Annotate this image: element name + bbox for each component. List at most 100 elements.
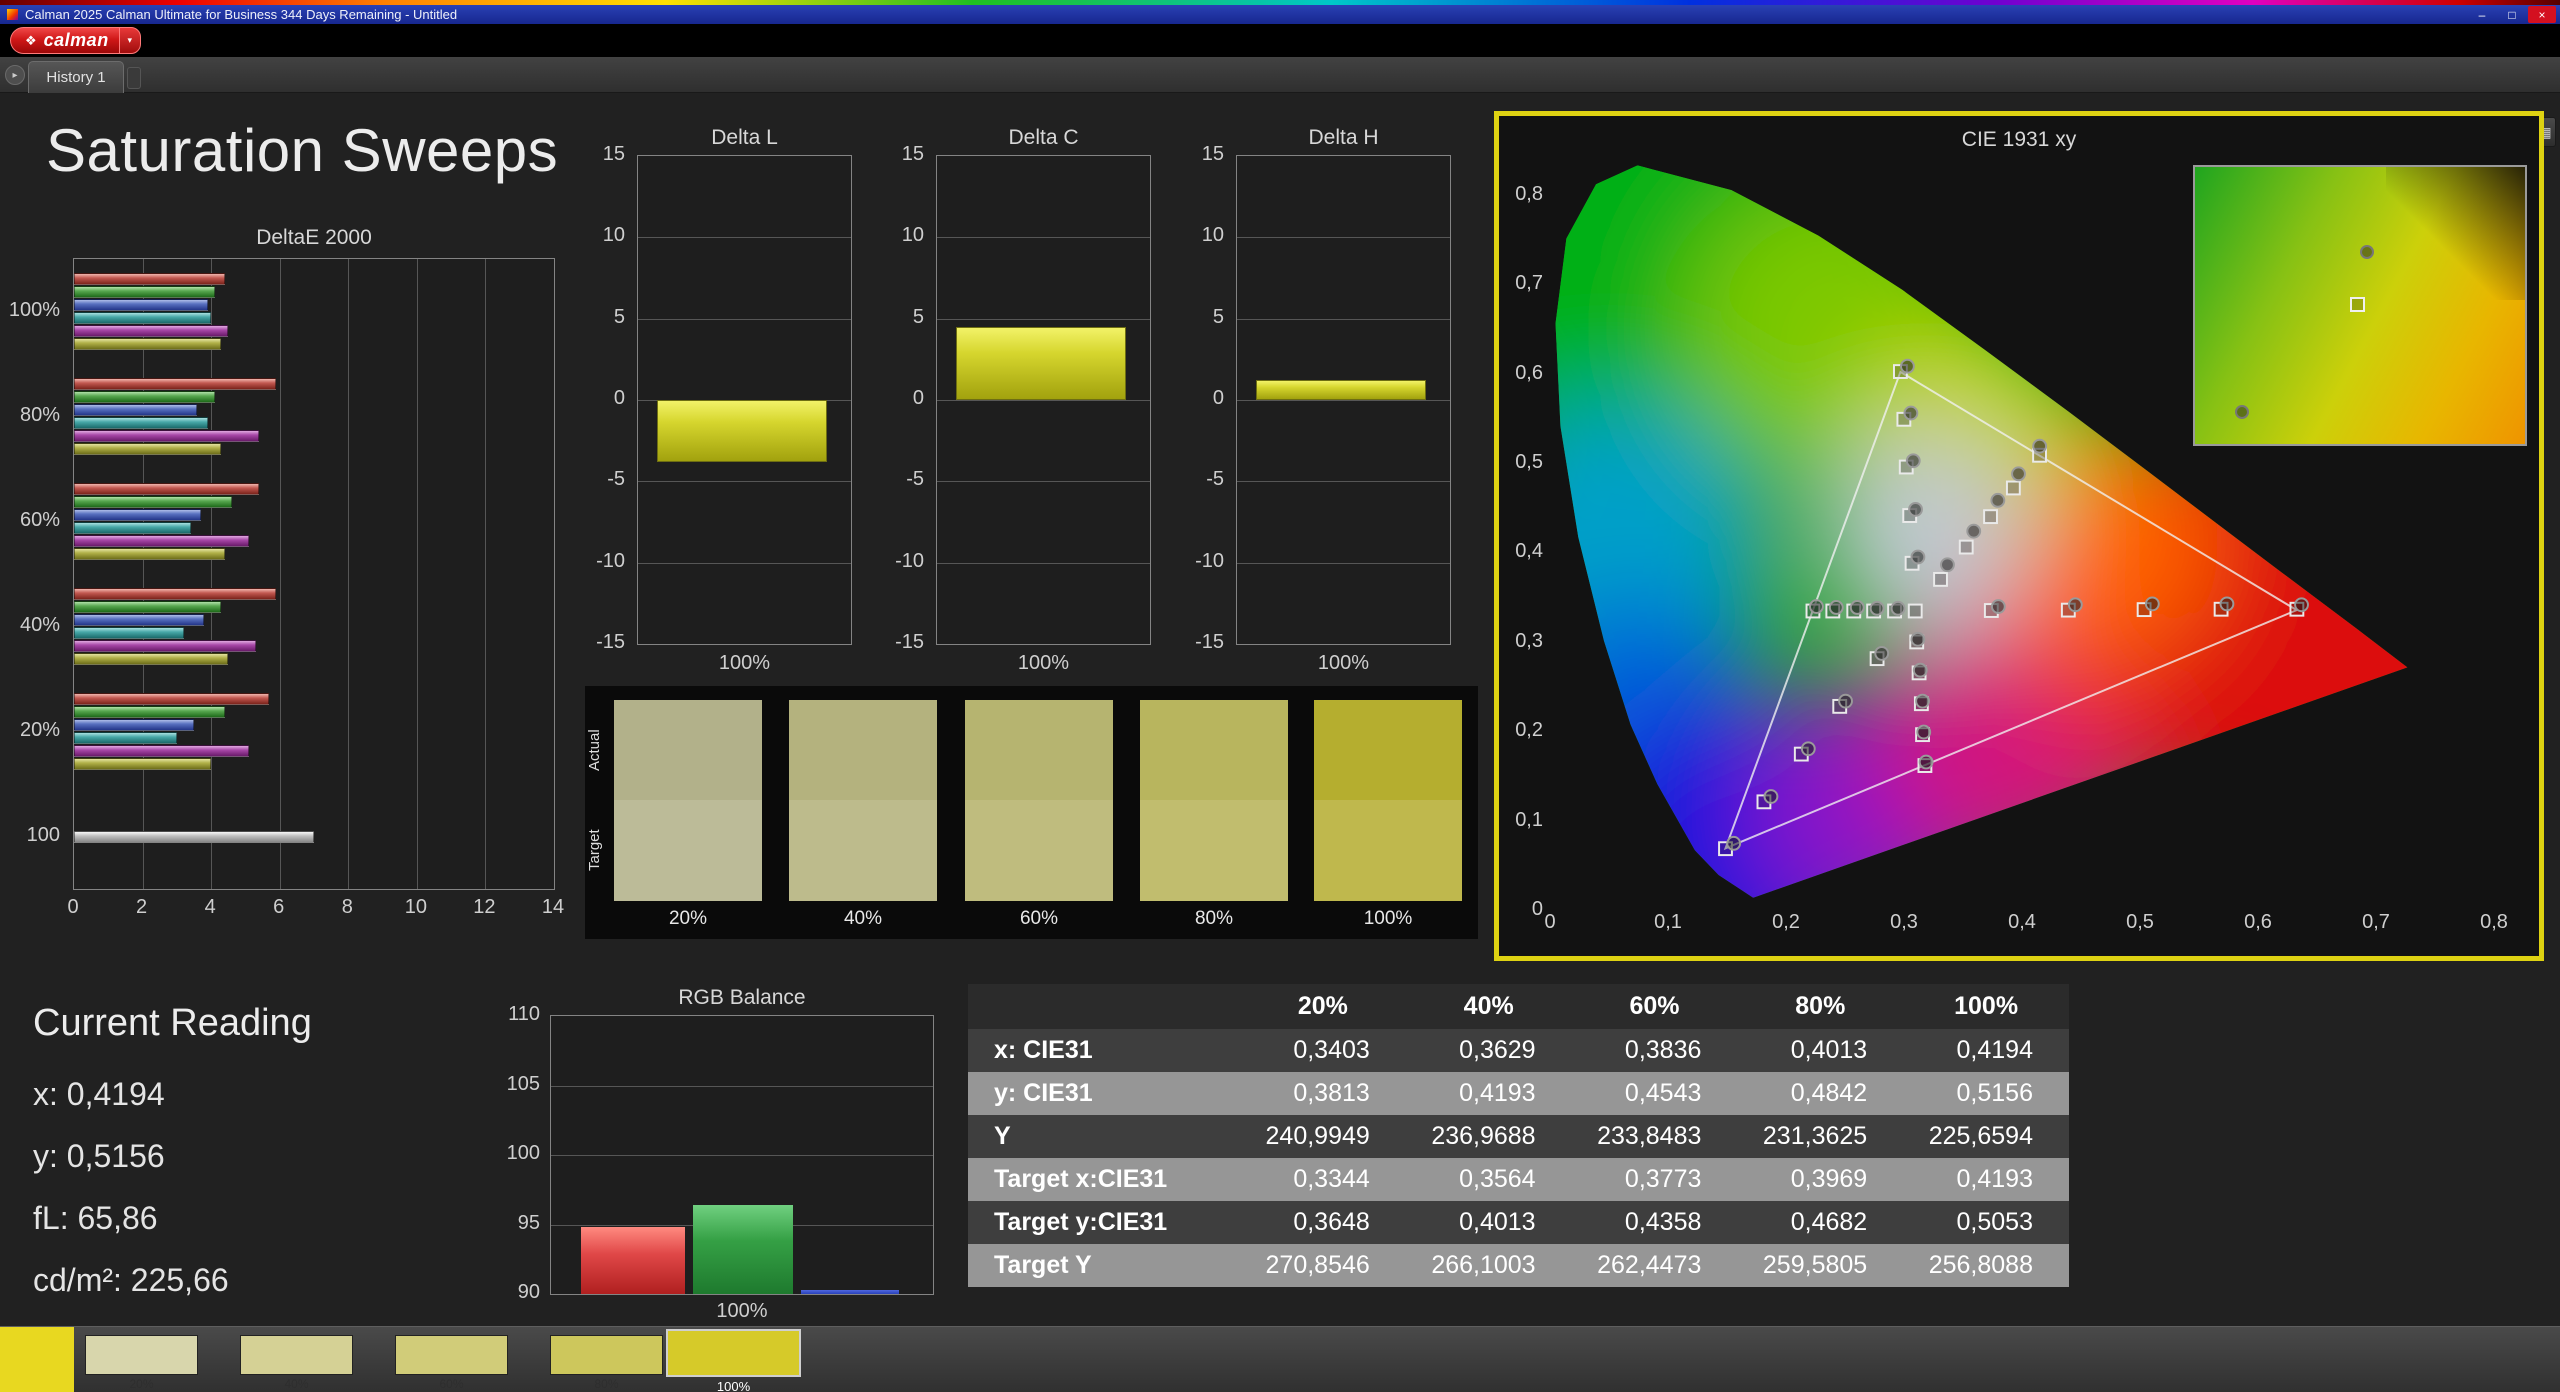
close-button[interactable]: × bbox=[2528, 6, 2556, 23]
table-cell: 0,4358 bbox=[1624, 1208, 1702, 1236]
minimize-button[interactable]: – bbox=[2468, 6, 2496, 23]
delta-l-chart bbox=[637, 155, 852, 645]
gridline bbox=[937, 563, 1150, 564]
app-icon bbox=[7, 9, 18, 20]
table-column-header: 60% bbox=[1629, 992, 1680, 1020]
delta-h-x-axis-label: 100% bbox=[1317, 652, 1370, 674]
cie-measured-point bbox=[1990, 492, 2006, 508]
delta_c-bar bbox=[956, 327, 1126, 400]
swatch-percent-label: 20% bbox=[668, 908, 708, 929]
calman-logo[interactable]: ❖ calman bbox=[10, 27, 119, 54]
tab-overflow-stub[interactable] bbox=[127, 67, 141, 89]
axis-tick-label: 14 bbox=[541, 896, 565, 918]
maximize-button[interactable]: □ bbox=[2498, 6, 2526, 23]
pattern-swatch-label: 100% bbox=[716, 1379, 751, 1392]
tab-history-1[interactable]: History 1 bbox=[28, 61, 124, 93]
tab-label: History 1 bbox=[46, 69, 106, 86]
delta-c-x-axis-label: 100% bbox=[1017, 652, 1070, 674]
pattern-swatch-button[interactable] bbox=[550, 1335, 663, 1375]
calman-menu-dropdown[interactable]: ▾ bbox=[118, 27, 141, 54]
axis-tick-label: 10 bbox=[901, 224, 924, 246]
cie-measured-point bbox=[1874, 645, 1890, 661]
deltae2000-chart bbox=[73, 258, 555, 890]
axis-tick-label: 90 bbox=[517, 1281, 540, 1303]
table-cell: 0,4193 bbox=[1459, 1079, 1536, 1107]
calman-logo-icon: ❖ bbox=[25, 32, 37, 48]
table-row: Target x:CIE31 0,3344 0,3564 0,3773 0,3969 0,… bbox=[968, 1158, 2069, 1201]
rgb-balance-y-axis-labels: 110 105 100 95 90 bbox=[494, 1003, 544, 1303]
deltae-bar bbox=[74, 483, 259, 495]
axis-tick-label: -15 bbox=[1195, 631, 1224, 653]
table-row-label: x: CIE31 bbox=[994, 1036, 1093, 1064]
axis-tick-label: -15 bbox=[895, 631, 924, 653]
table-header-row: 20% 40% 60% 80% 100% bbox=[968, 984, 2069, 1029]
swatch-percent-label: 100% bbox=[1363, 908, 1413, 929]
table-cell: 0,5156 bbox=[1956, 1079, 2033, 1107]
chevron-down-icon: ▾ bbox=[127, 35, 132, 45]
table-cell: 266,1003 bbox=[1431, 1251, 1536, 1279]
calman-menu-button[interactable]: ❖ calman ▾ bbox=[10, 27, 141, 54]
pattern-swatch-button[interactable] bbox=[395, 1335, 508, 1375]
table-cell: 233,8483 bbox=[1597, 1122, 1702, 1150]
axis-tick-label: 4 bbox=[204, 896, 216, 918]
axis-tick-label: 0,7 bbox=[2362, 911, 2390, 933]
table-cell: 0,4194 bbox=[1956, 1036, 2033, 1064]
pattern-swatch-button[interactable] bbox=[240, 1335, 353, 1375]
axis-tick-label: -15 bbox=[596, 631, 625, 653]
gridline bbox=[551, 1086, 933, 1087]
cie-measured-point bbox=[2067, 597, 2083, 613]
axis-tick-label: -10 bbox=[1195, 550, 1224, 572]
pattern-swatch-button[interactable] bbox=[666, 1329, 801, 1377]
pattern-swatch-label: 40% bbox=[284, 1377, 309, 1391]
rgb-balance-chart bbox=[550, 1015, 934, 1295]
axis-tick-label: 6 bbox=[273, 896, 285, 918]
pattern-bar: 20%40%60%80%100% ◄ Back Next ► ⚙ bbox=[0, 1326, 2560, 1392]
rgb-balance-x-axis-label: 100% bbox=[716, 1300, 768, 1322]
logo-bar: ❖ calman ▾ bbox=[0, 24, 2560, 57]
axis-tick-label: 5 bbox=[912, 306, 924, 328]
table-cell: 0,3969 bbox=[1790, 1165, 1868, 1193]
table-row: Target Y 270,8546 266,1003 262,4473 259,5805… bbox=[968, 1244, 2069, 1287]
table-cell: 240,9949 bbox=[1265, 1122, 1370, 1150]
tab-scroll-button[interactable]: ▸ bbox=[5, 65, 25, 85]
deltae-bar bbox=[74, 417, 208, 429]
deltae-bar bbox=[74, 443, 221, 455]
deltae-bar bbox=[74, 745, 249, 757]
axis-tick-label: 5 bbox=[1212, 306, 1224, 328]
tab-bar: ▸ History 1 X-Rite i1Pro 3 Direct View ▾… bbox=[0, 57, 2560, 148]
tab-arrow-icon: ▸ bbox=[12, 69, 18, 81]
axis-tick-label: 15 bbox=[602, 143, 625, 165]
cie-measured-point bbox=[1838, 693, 1853, 709]
gridline bbox=[211, 259, 213, 889]
gridline bbox=[551, 1155, 933, 1156]
target-swatch bbox=[789, 800, 937, 901]
delta-h-y-axis-labels: 15 10 5 0 -5 -10 -15 bbox=[1180, 143, 1228, 653]
deltae-bar bbox=[74, 299, 208, 311]
table-column-header: 20% bbox=[1297, 992, 1348, 1020]
cie-measured-point bbox=[1800, 741, 1816, 757]
inset-measured-point bbox=[2360, 244, 2374, 259]
actual-swatch bbox=[1314, 700, 1462, 800]
pattern-swatch-label: 20% bbox=[129, 1377, 154, 1391]
cie-measured-point bbox=[2144, 596, 2160, 612]
axis-tick-label: 0,8 bbox=[2480, 911, 2508, 933]
delta_h-bar bbox=[1256, 380, 1426, 400]
table-cell: 270,8546 bbox=[1265, 1251, 1370, 1279]
gridline bbox=[279, 259, 281, 889]
target-swatch bbox=[614, 800, 762, 901]
deltae-bar bbox=[74, 653, 228, 665]
calman-brand-label: calman bbox=[43, 30, 109, 50]
pattern-swatch-button[interactable] bbox=[85, 1335, 198, 1375]
cie-target-point bbox=[1983, 509, 1998, 525]
current-reading-title: Current Reading bbox=[33, 1002, 312, 1044]
cie-target-point bbox=[2005, 480, 2021, 496]
cie-measured-point bbox=[2294, 597, 2309, 613]
table-cell: 0,4193 bbox=[1956, 1165, 2033, 1193]
deltae-bar bbox=[74, 732, 177, 744]
axis-tick-label: 15 bbox=[1201, 143, 1224, 165]
actual-swatch bbox=[1140, 700, 1288, 800]
measurement-table: 20% 40% 60% 80% 100% x: CIE31 0,3403 0,3629 0,38… bbox=[968, 984, 2069, 1287]
cie-measured-point bbox=[1849, 600, 1865, 615]
table-cell: 0,4543 bbox=[1624, 1079, 1702, 1107]
axis-tick-label: -5 bbox=[1206, 468, 1224, 490]
